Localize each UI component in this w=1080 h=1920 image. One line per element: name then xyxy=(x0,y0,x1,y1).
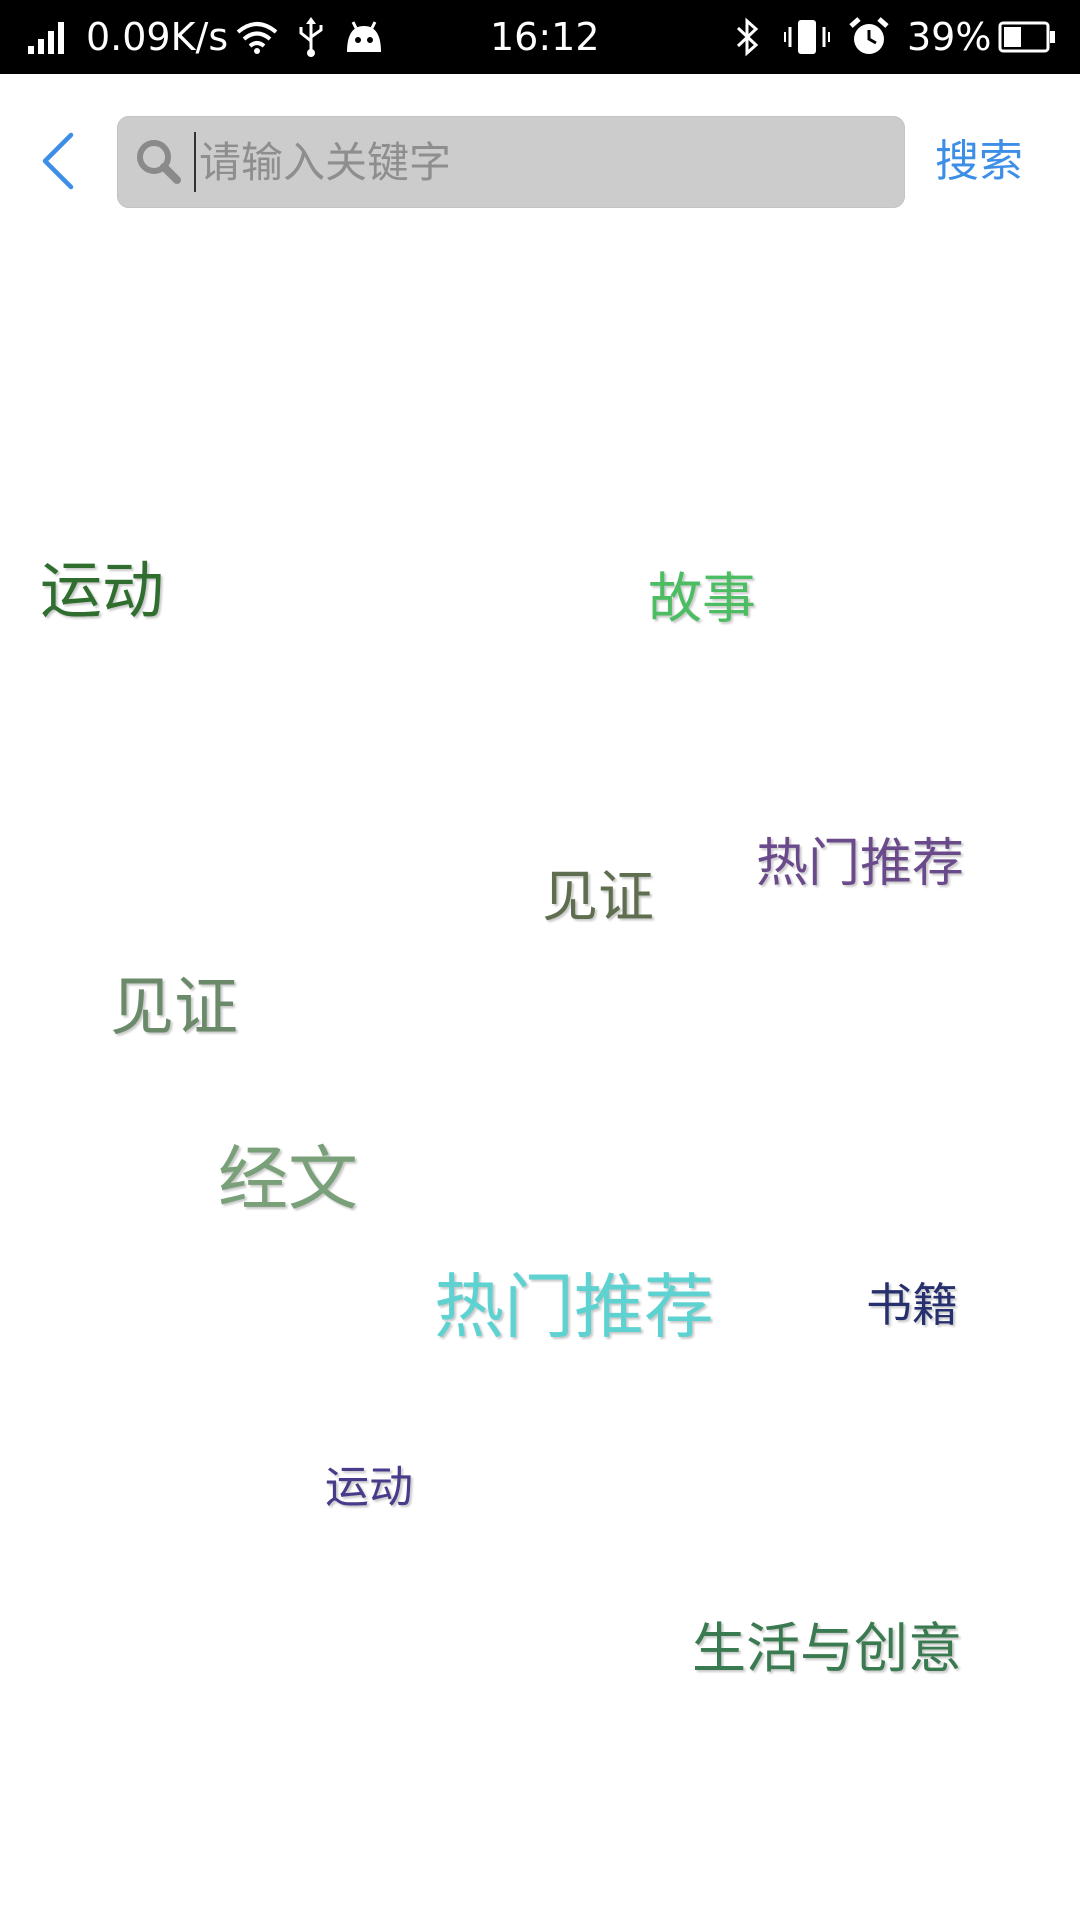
tag-item[interactable]: 运动 xyxy=(325,1466,413,1510)
text-cursor xyxy=(194,132,196,192)
signal-icon xyxy=(28,0,66,74)
tag-item[interactable]: 见证 xyxy=(542,870,654,926)
tag-item[interactable]: 热门推荐 xyxy=(756,838,964,890)
clock-time: 16:12 xyxy=(490,15,600,59)
usb-icon xyxy=(296,0,326,74)
tag-item[interactable]: 生活与创意 xyxy=(692,1622,962,1676)
android-icon xyxy=(345,0,383,74)
search-input[interactable] xyxy=(199,116,889,208)
alarm-icon xyxy=(848,0,890,74)
search-box[interactable] xyxy=(117,116,905,208)
back-button[interactable] xyxy=(22,126,92,196)
chevron-left-icon xyxy=(42,132,74,190)
status-bar: 0.09K/s 16:12 39% xyxy=(0,0,1080,74)
tag-item[interactable]: 书籍 xyxy=(866,1282,958,1328)
search-header: 搜索 xyxy=(0,74,1080,254)
bluetooth-icon xyxy=(734,0,762,74)
search-button[interactable]: 搜索 xyxy=(935,134,1023,190)
tag-item[interactable]: 见证 xyxy=(110,976,238,1040)
battery-percent: 39% xyxy=(907,15,992,59)
tag-item[interactable]: 运动 xyxy=(40,560,164,622)
tag-item[interactable]: 经文 xyxy=(218,1144,358,1214)
wifi-icon xyxy=(236,0,278,74)
tag-item[interactable]: 故事 xyxy=(648,572,756,626)
battery-icon xyxy=(998,0,1056,74)
search-icon xyxy=(137,140,181,184)
vibrate-icon xyxy=(784,0,830,74)
net-speed: 0.09K/s xyxy=(86,15,229,59)
tag-item[interactable]: 热门推荐 xyxy=(434,1272,714,1342)
